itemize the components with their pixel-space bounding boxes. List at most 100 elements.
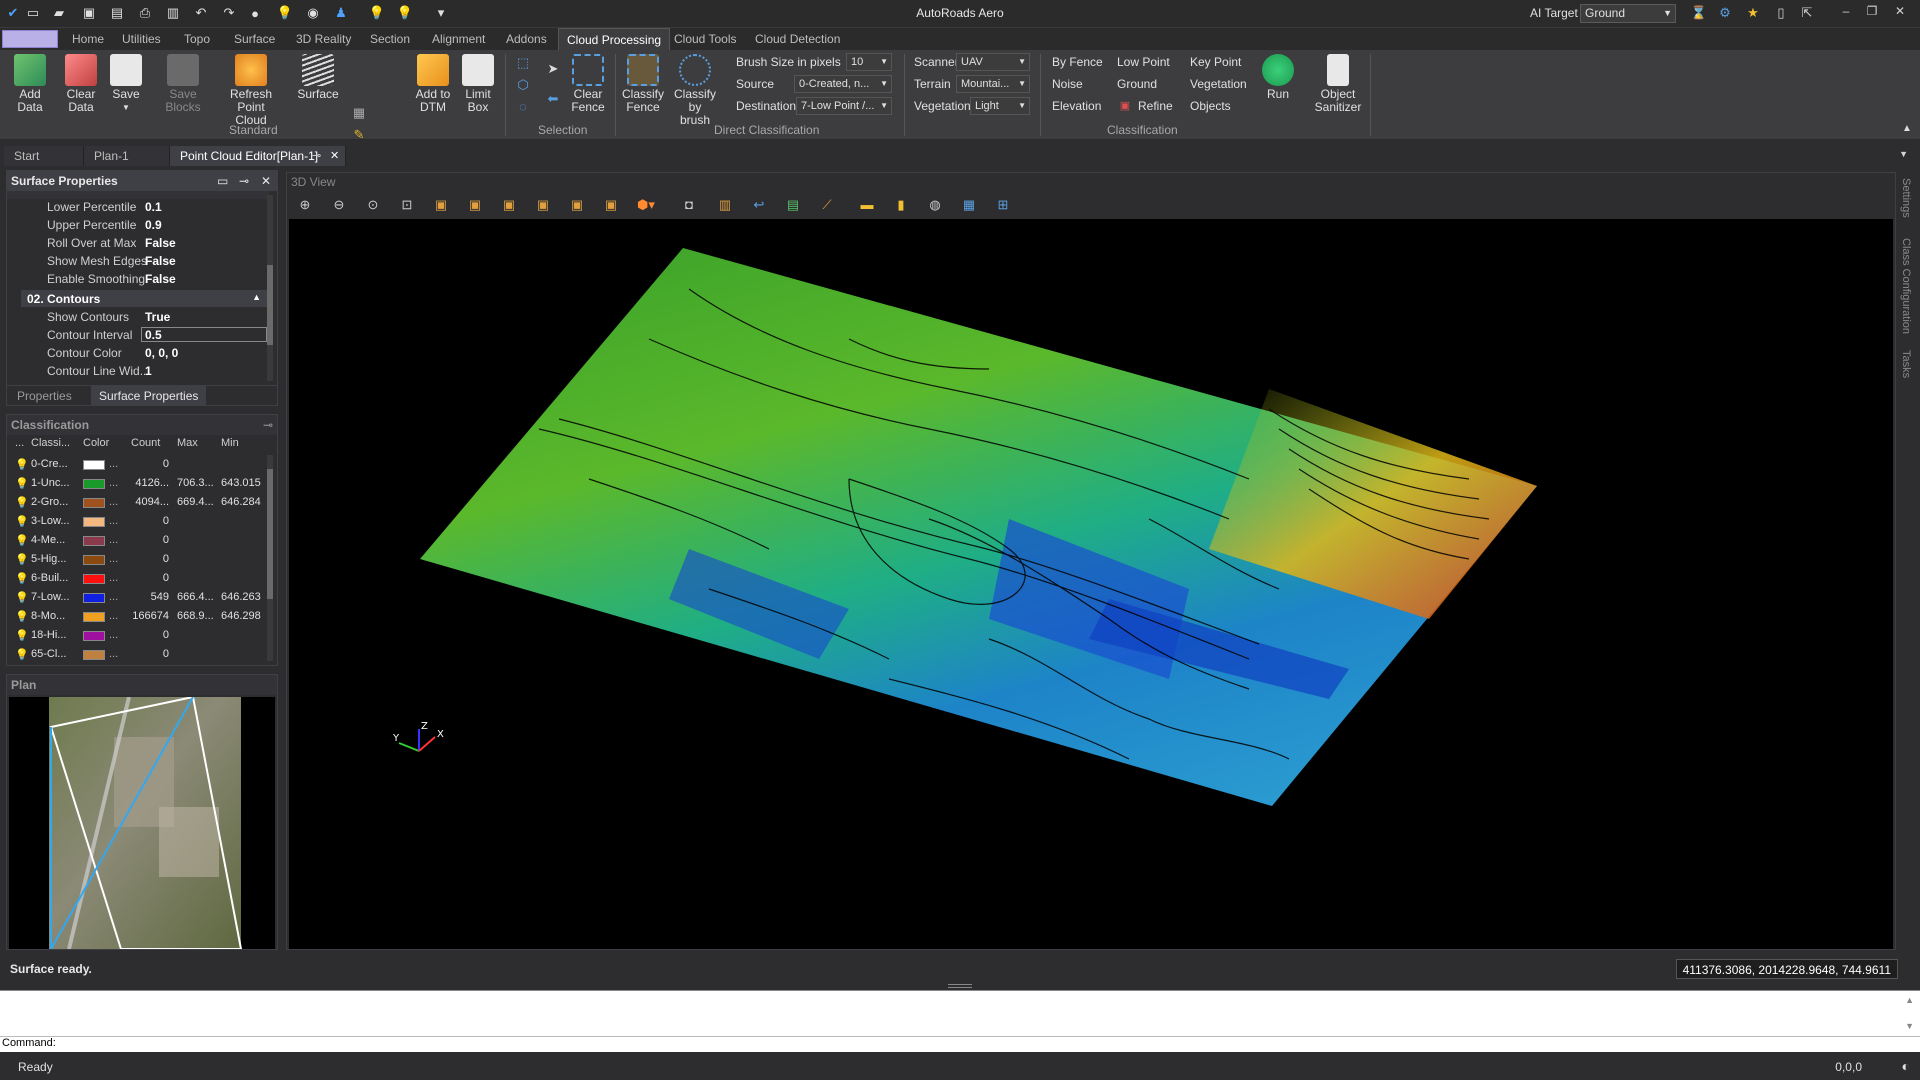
zoom-window-icon[interactable]: ⊡ <box>399 197 415 213</box>
new-file-icon[interactable]: ▭ <box>24 4 42 22</box>
objects-button[interactable]: Objects <box>1190 99 1231 113</box>
terrain-select[interactable]: Mountai... ▼ <box>956 75 1030 93</box>
close-tab-icon[interactable]: ✕ <box>330 149 339 162</box>
refine-button[interactable]: Refine <box>1138 99 1173 113</box>
limit-box-button[interactable]: Limit Box <box>458 54 498 114</box>
add-data-button[interactable]: Add Data <box>6 54 54 114</box>
class-row[interactable]: 💡 8-Mo...... 166674 668.9... 646.298 <box>13 607 278 626</box>
tab-cloud-tools[interactable]: Cloud Tools <box>666 28 744 50</box>
zoom-extents-icon[interactable]: ⊙ <box>365 197 381 213</box>
mesh-small-icon[interactable]: ▦ <box>350 104 368 122</box>
scrollbar-thumb[interactable] <box>267 265 273 345</box>
bulb-icon[interactable]: 💡 <box>15 629 29 642</box>
save-all-icon[interactable]: ▤ <box>108 4 126 22</box>
tab-alignment[interactable]: Alignment <box>424 28 493 50</box>
clear-data-button[interactable]: Clear Data <box>60 54 102 114</box>
bulb-icon[interactable]: 💡 <box>15 553 29 566</box>
bulb-icon[interactable]: 💡 <box>15 610 29 623</box>
document-icon[interactable]: ▯ <box>1772 5 1790 23</box>
rect-select-icon[interactable]: ⬚ <box>514 54 532 72</box>
vegetation-select[interactable]: Light ▼ <box>970 97 1030 115</box>
bulb-icon[interactable]: 💡 <box>15 477 29 490</box>
ground-button[interactable]: Ground <box>1117 77 1157 91</box>
scrollbar[interactable] <box>267 455 273 661</box>
refresh-point-cloud-button[interactable]: Refresh Point Cloud <box>220 54 282 127</box>
bulb-icon[interactable]: 💡 <box>15 496 29 509</box>
class-color-swatch[interactable] <box>83 650 105 660</box>
key-point-button[interactable]: Key Point <box>1190 55 1241 69</box>
bookmark-icon[interactable]: ★ <box>1744 5 1762 23</box>
prop-row[interactable]: Upper Percentile 0.9 <box>7 216 272 234</box>
class-color-swatch[interactable] <box>83 593 105 603</box>
scroll-down-icon[interactable]: ▼ <box>1905 1021 1914 1031</box>
classify-fence-button[interactable]: Classify Fence <box>620 54 666 114</box>
tab-plan-1[interactable]: Plan-1 <box>84 146 170 166</box>
restore-button[interactable]: ❐ <box>1862 4 1882 22</box>
class-row[interactable]: 💡 1-Unc...... 4126... 706.3... 643.015 <box>13 474 278 493</box>
contours-section-header[interactable]: 02. Contours ▲ <box>21 290 267 307</box>
contour-interval-input[interactable]: 0.5 <box>141 327 267 342</box>
pointer-icon[interactable]: ➤ <box>544 60 562 78</box>
publish-icon[interactable]: ▥ <box>164 4 182 22</box>
tab-surface-properties[interactable]: Surface Properties <box>91 386 207 406</box>
tab-list-icon[interactable]: ▼ <box>1899 149 1908 159</box>
tab-cloud-processing[interactable]: Cloud Processing <box>558 28 671 50</box>
view-iso-icon[interactable]: ⬢▾ <box>637 197 655 213</box>
view-bottom-icon[interactable]: ▣ <box>467 197 483 213</box>
zoom-in-icon[interactable]: ⊕ <box>297 197 313 213</box>
plan-minimap[interactable] <box>9 695 275 950</box>
col-header[interactable]: Color <box>83 437 109 449</box>
prop-row[interactable]: Contour Color 0, 0, 0 <box>7 344 272 362</box>
add-to-dtm-button[interactable]: Add to DTM <box>412 54 454 114</box>
class-row[interactable]: 💡 3-Low...... 0 <box>13 512 278 531</box>
class-color-swatch[interactable] <box>83 631 105 641</box>
side-tab-settings[interactable]: Settings <box>1900 178 1912 218</box>
settings-user-icon[interactable]: ⚙ <box>1716 5 1734 23</box>
bulb-icon[interactable]: 💡 <box>15 648 29 661</box>
prop-row[interactable]: Lower Percentile 0.1 <box>7 198 272 216</box>
print-icon[interactable]: ⎙ <box>136 4 154 22</box>
command-line[interactable]: Command: <box>0 1036 1920 1052</box>
lasso-select-icon[interactable]: ◌ <box>514 98 532 116</box>
tab-topo[interactable]: Topo <box>176 28 218 50</box>
tab-start[interactable]: Start <box>4 146 84 166</box>
prop-row[interactable]: Show Contours True <box>7 308 272 326</box>
tab-home[interactable]: Home <box>64 28 112 50</box>
view-right-icon[interactable]: ▣ <box>535 197 551 213</box>
prop-row[interactable]: Contour Interval 0.5 <box>7 326 272 344</box>
view-top-icon[interactable]: ▣ <box>433 197 449 213</box>
file-menu-button[interactable] <box>2 30 58 48</box>
object-sanitizer-button[interactable]: Object Sanitizer <box>1310 54 1366 114</box>
scrollbar-thumb[interactable] <box>267 469 273 599</box>
bulb-group-icon[interactable]: 💡 <box>276 4 294 22</box>
ruler-icon[interactable]: ▬ <box>859 197 875 213</box>
hourglass-icon[interactable]: ⌛ <box>1690 5 1708 23</box>
scrollbar[interactable] <box>267 195 273 381</box>
float-icon[interactable]: ▭ <box>217 171 228 191</box>
class-color-swatch[interactable] <box>83 460 105 470</box>
save-blocks-button[interactable]: Save Blocks <box>150 54 216 114</box>
view-back-icon[interactable]: ▣ <box>603 197 619 213</box>
profile-icon[interactable]: ▥ <box>717 197 733 213</box>
customize-qa-icon[interactable]: ▾ <box>432 4 450 22</box>
tab-3d-reality[interactable]: 3D Reality <box>288 28 359 50</box>
ai-target-select[interactable]: Ground ▼ <box>1580 4 1676 23</box>
walk-icon[interactable]: ♟ <box>332 4 350 22</box>
camera-icon[interactable]: ◘ <box>681 197 697 213</box>
class-row[interactable]: 💡 7-Low...... 549 666.4... 646.263 <box>13 588 278 607</box>
class-color-swatch[interactable] <box>83 574 105 584</box>
splitter-handle[interactable] <box>948 984 972 988</box>
prop-row[interactable]: Show Mesh Edges False <box>7 252 272 270</box>
clear-fence-button[interactable]: Clear Fence <box>568 54 608 114</box>
open-folder-icon[interactable]: ▰ <box>50 4 68 22</box>
surface-button[interactable]: Surface <box>296 54 340 101</box>
class-color-swatch[interactable] <box>83 479 105 489</box>
bulb-icon[interactable]: 💡 <box>368 4 386 22</box>
source-select[interactable]: 0-Created, n... ▼ <box>794 75 892 93</box>
prop-row[interactable]: Roll Over at Max False <box>7 234 272 252</box>
low-point-button[interactable]: Low Point <box>1117 55 1170 69</box>
col-header[interactable]: Min <box>221 437 239 449</box>
tool-small-icon[interactable]: ✎ <box>350 126 368 144</box>
eye-icon[interactable]: ◉ <box>304 4 322 22</box>
class-color-swatch[interactable] <box>83 517 105 527</box>
